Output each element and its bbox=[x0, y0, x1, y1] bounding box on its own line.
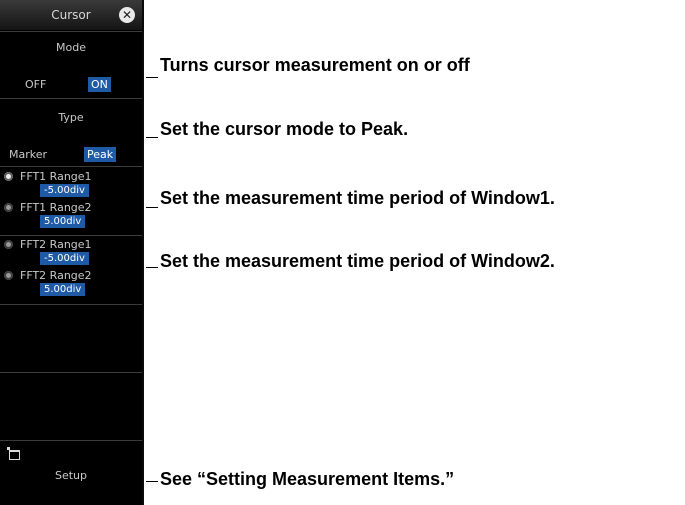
callout-window1: Set the measurement time period of Windo… bbox=[160, 188, 555, 208]
mode-off-option[interactable]: OFF bbox=[22, 77, 49, 92]
setup-icon bbox=[7, 447, 20, 460]
range-label: FFT1 Range1 bbox=[20, 170, 92, 183]
divider bbox=[0, 31, 142, 32]
radio-icon[interactable] bbox=[4, 271, 13, 280]
setup-button[interactable]: Setup bbox=[0, 441, 142, 505]
type-label: Type bbox=[58, 111, 84, 124]
close-icon[interactable]: ✕ bbox=[119, 7, 135, 23]
mode-on-option[interactable]: ON bbox=[88, 77, 111, 92]
type-peak-option[interactable]: Peak bbox=[84, 147, 117, 162]
mode-label: Mode bbox=[56, 41, 86, 54]
callout-leader-line bbox=[146, 267, 158, 268]
range-item-fft2-range2[interactable]: FFT2 Range2 5.00div bbox=[0, 269, 142, 299]
menu-title-bar: Cursor ✕ bbox=[0, 0, 142, 30]
divider bbox=[0, 166, 142, 167]
callout-type: Set the cursor mode to Peak. bbox=[160, 119, 409, 139]
range-value[interactable]: -5.00div bbox=[40, 252, 89, 265]
range-value[interactable]: -5.00div bbox=[40, 184, 89, 197]
range-label: FFT2 Range1 bbox=[20, 238, 92, 251]
divider bbox=[0, 372, 142, 373]
range-value[interactable]: 5.00div bbox=[40, 215, 86, 228]
callout-mode: Turns cursor measurement on or off bbox=[160, 55, 470, 75]
radio-selected-icon[interactable] bbox=[4, 172, 13, 181]
callout-window2: Set the measurement time period of Windo… bbox=[160, 251, 555, 271]
menu-title: Cursor bbox=[51, 8, 91, 22]
setup-label: Setup bbox=[54, 469, 88, 482]
callout-leader-line bbox=[146, 207, 158, 208]
callout-leader-line bbox=[146, 481, 158, 482]
range-item-fft1-range1[interactable]: FFT1 Range1 -5.00div bbox=[0, 170, 142, 200]
callout-leader-line bbox=[146, 77, 158, 78]
divider bbox=[0, 98, 142, 99]
callout-setup: See “Setting Measurement Items.” bbox=[160, 469, 455, 489]
divider bbox=[0, 235, 142, 236]
cursor-menu-panel: Cursor ✕ Mode OFF ON Type Marker Peak FF… bbox=[0, 0, 144, 505]
range-label: FFT2 Range2 bbox=[20, 269, 92, 282]
radio-icon[interactable] bbox=[4, 203, 13, 212]
divider bbox=[0, 304, 142, 305]
type-marker-option[interactable]: Marker bbox=[6, 147, 50, 162]
range-value[interactable]: 5.00div bbox=[40, 283, 86, 296]
range-item-fft1-range2[interactable]: FFT1 Range2 5.00div bbox=[0, 201, 142, 231]
range-item-fft2-range1[interactable]: FFT2 Range1 -5.00div bbox=[0, 238, 142, 268]
range-label: FFT1 Range2 bbox=[20, 201, 92, 214]
radio-icon[interactable] bbox=[4, 240, 13, 249]
callout-leader-line bbox=[146, 137, 158, 138]
